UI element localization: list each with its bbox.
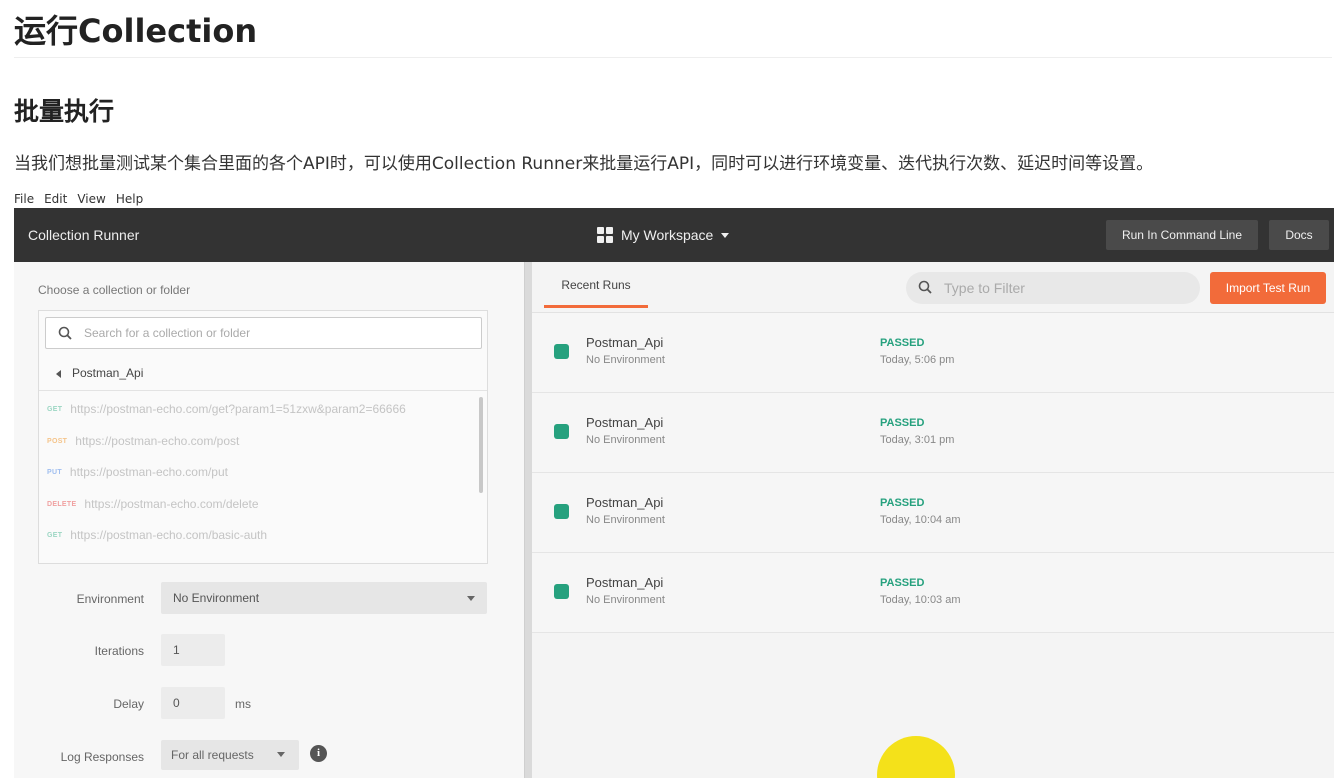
menu-bar: File Edit View Help bbox=[14, 190, 143, 208]
run-in-command-line-button[interactable]: Run In Command Line bbox=[1106, 220, 1258, 250]
run-item[interactable]: Postman_Api No Environment PASSED Today,… bbox=[532, 393, 1334, 473]
chevron-down-icon bbox=[721, 232, 730, 238]
left-panel: Choose a collection or folder Postman_Ap… bbox=[14, 262, 524, 778]
collection-name: Postman_Api bbox=[72, 366, 144, 380]
chevron-down-icon bbox=[277, 752, 285, 757]
run-time: Today, 10:03 am bbox=[880, 594, 961, 606]
workspace-switcher[interactable]: My Workspace bbox=[597, 208, 730, 262]
run-environment: No Environment bbox=[586, 354, 665, 366]
search-icon bbox=[918, 280, 932, 294]
collection-tree: Postman_Api GET https://postman-echo.com… bbox=[38, 310, 488, 564]
request-method: POST bbox=[47, 437, 68, 445]
collection-runner-window: Collection Runner My Workspace Run In Co… bbox=[14, 208, 1334, 778]
request-item[interactable]: GET https://postman-echo.com/basic-auth bbox=[47, 525, 267, 545]
environment-label: Environment bbox=[76, 592, 144, 606]
run-time: Today, 5:06 pm bbox=[880, 354, 955, 366]
menu-view[interactable]: View bbox=[77, 190, 105, 208]
chevron-down-icon bbox=[467, 596, 475, 601]
choose-collection-label: Choose a collection or folder bbox=[38, 283, 191, 297]
log-responses-select[interactable]: For all requests bbox=[161, 740, 299, 770]
request-list: GET https://postman-echo.com/get?param1=… bbox=[39, 393, 487, 563]
request-item[interactable]: POST https://postman-echo.com/post bbox=[47, 431, 239, 451]
delay-label: Delay bbox=[113, 697, 144, 711]
request-method: DELETE bbox=[47, 500, 77, 508]
passed-status-icon bbox=[554, 504, 569, 519]
delay-unit: ms bbox=[235, 697, 251, 711]
request-method: GET bbox=[47, 531, 63, 539]
request-url: https://postman-echo.com/put bbox=[69, 465, 228, 479]
request-url: https://postman-echo.com/basic-auth bbox=[70, 528, 268, 542]
filter-input[interactable] bbox=[944, 278, 1184, 298]
doc-title: 运行Collection bbox=[14, 12, 258, 50]
import-test-run-button[interactable]: Import Test Run bbox=[1210, 272, 1326, 304]
top-bar: Collection Runner My Workspace Run In Co… bbox=[14, 208, 1334, 262]
iterations-label: Iterations bbox=[94, 644, 144, 658]
passed-status-icon bbox=[554, 344, 569, 359]
run-status: PASSED bbox=[880, 577, 925, 589]
run-status: PASSED bbox=[880, 337, 925, 349]
request-item[interactable]: PUT https://postman-echo.com/put bbox=[47, 462, 228, 482]
run-name: Postman_Api bbox=[586, 335, 664, 350]
run-name: Postman_Api bbox=[586, 575, 664, 590]
search-icon bbox=[58, 326, 72, 340]
environment-value: No Environment bbox=[173, 591, 260, 605]
run-item[interactable]: Postman_Api No Environment PASSED Today,… bbox=[532, 313, 1334, 393]
menu-edit[interactable]: Edit bbox=[44, 190, 67, 208]
filter-box bbox=[906, 272, 1200, 304]
run-environment: No Environment bbox=[586, 514, 665, 526]
workspace-grid-icon bbox=[597, 227, 613, 243]
menu-help[interactable]: Help bbox=[116, 190, 143, 208]
log-responses-label: Log Responses bbox=[60, 750, 144, 764]
delay-input[interactable]: 0 bbox=[161, 687, 225, 719]
request-method: GET bbox=[47, 405, 63, 413]
passed-status-icon bbox=[554, 424, 569, 439]
doc-subtitle: 批量执行 bbox=[14, 97, 115, 126]
run-name: Postman_Api bbox=[586, 415, 664, 430]
collection-row[interactable]: Postman_Api bbox=[39, 357, 487, 391]
tree-scrollbar[interactable] bbox=[479, 397, 483, 493]
docs-button[interactable]: Docs bbox=[1269, 220, 1329, 250]
run-name: Postman_Api bbox=[586, 495, 664, 510]
doc-paragraph: 当我们想批量测试某个集合里面的各个API时，可以使用Collection Run… bbox=[14, 154, 1154, 174]
request-item[interactable]: GET https://postman-echo.com/get?param1=… bbox=[47, 399, 406, 419]
run-status: PASSED bbox=[880, 417, 925, 429]
tab-recent-runs[interactable]: Recent Runs bbox=[544, 262, 648, 308]
panel-divider[interactable] bbox=[524, 262, 532, 778]
request-url: https://postman-echo.com/get?param1=51zx… bbox=[70, 402, 406, 416]
collection-search-input[interactable] bbox=[84, 323, 474, 343]
title-divider bbox=[14, 57, 1332, 58]
workspace-label: My Workspace bbox=[621, 227, 714, 243]
log-responses-value: For all requests bbox=[171, 748, 254, 762]
back-caret-icon[interactable] bbox=[56, 370, 61, 378]
run-status: PASSED bbox=[880, 497, 925, 509]
menu-file[interactable]: File bbox=[14, 190, 34, 208]
right-panel: Recent Runs Import Test Run Postman_Api … bbox=[532, 262, 1334, 778]
run-environment: No Environment bbox=[586, 594, 665, 606]
run-item[interactable]: Postman_Api No Environment PASSED Today,… bbox=[532, 473, 1334, 553]
collection-search-box bbox=[45, 317, 482, 349]
request-url: https://postman-echo.com/post bbox=[75, 434, 240, 448]
request-method: PUT bbox=[47, 468, 62, 476]
environment-select[interactable]: No Environment bbox=[161, 582, 487, 614]
run-item[interactable]: Postman_Api No Environment PASSED Today,… bbox=[532, 553, 1334, 633]
run-environment: No Environment bbox=[586, 434, 665, 446]
run-time: Today, 3:01 pm bbox=[880, 434, 955, 446]
run-time: Today, 10:04 am bbox=[880, 514, 961, 526]
window-title: Collection Runner bbox=[28, 227, 140, 243]
request-url: https://postman-echo.com/delete bbox=[84, 497, 259, 511]
info-icon[interactable]: i bbox=[310, 745, 327, 762]
request-item[interactable]: DELETE https://postman-echo.com/delete bbox=[47, 494, 259, 514]
iterations-input[interactable]: 1 bbox=[161, 634, 225, 666]
passed-status-icon bbox=[554, 584, 569, 599]
